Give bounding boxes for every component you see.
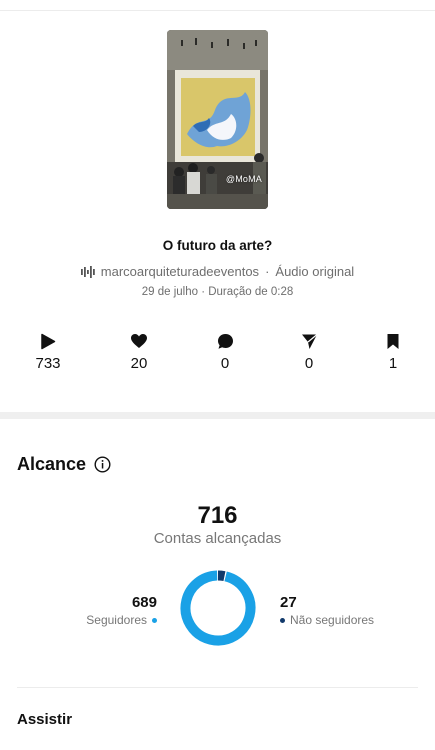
followers-legend: Seguidores [86, 613, 157, 627]
stat-value: 1 [388, 355, 398, 372]
thumbnail-watermark: @MoMA [225, 174, 262, 184]
donut-segment-followers [180, 570, 256, 646]
meta-separator: · [265, 264, 270, 279]
stat-value: 0 [220, 355, 230, 372]
followers-label: Seguidores [86, 613, 147, 627]
reel-author[interactable]: marcoarquiteturadeeventos [101, 264, 259, 279]
reel-date-duration: 29 de julho · Duração de 0:28 [141, 286, 294, 298]
reach-section-title: Alcance [17, 454, 111, 475]
top-divider [0, 10, 435, 11]
stat-value: 733 [35, 355, 61, 372]
comment-icon [217, 333, 233, 349]
stat-likes: 20 [109, 332, 169, 372]
reach-title: Alcance [17, 454, 87, 474]
info-icon[interactable] [94, 456, 111, 473]
followers-value: 689 [131, 594, 157, 611]
heart-icon [131, 334, 147, 348]
play-icon [41, 333, 56, 349]
watch-section-title: Assistir [17, 711, 73, 728]
audio-wave-icon [80, 265, 95, 278]
stat-plays: 733 [18, 332, 78, 372]
share-icon [301, 333, 317, 349]
non-followers-legend: Não seguidores [280, 613, 374, 627]
stat-shares: 0 [279, 332, 339, 372]
reach-total-label: Contas alcançadas [153, 530, 282, 547]
non-followers-dot [280, 617, 285, 623]
section-divider-thin [17, 687, 418, 688]
non-followers-label: Não seguidores [290, 613, 375, 627]
reel-title: O futuro da arte? [162, 238, 273, 253]
stat-comments: 0 [195, 332, 255, 372]
bookmark-icon [387, 333, 399, 349]
followers-dot [152, 617, 157, 623]
reach-total: 716 [197, 502, 238, 529]
stat-value: 20 [130, 355, 148, 372]
reel-audio[interactable]: Áudio original [275, 264, 354, 279]
reel-meta: marcoarquiteturadeeventos · Áudio origin… [0, 264, 435, 279]
reel-thumbnail[interactable]: @MoMA [167, 30, 268, 209]
stat-value: 0 [304, 355, 314, 372]
section-divider [0, 412, 435, 419]
non-followers-value: 27 [280, 594, 297, 611]
stat-saves: 1 [363, 332, 423, 372]
reach-donut-chart [180, 570, 256, 646]
